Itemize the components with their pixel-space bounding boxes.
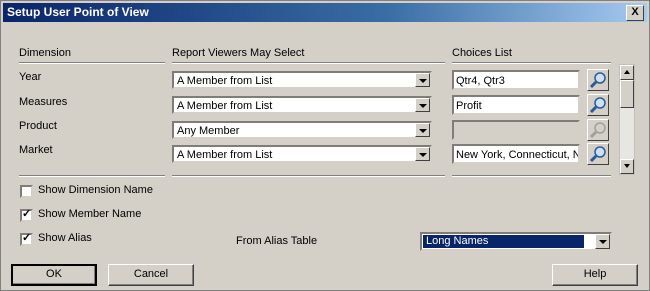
choices-value: Qtr4, Qtr3 xyxy=(456,75,505,87)
dimension-label-measures: Measures xyxy=(19,96,68,108)
alias-table-value: Long Names xyxy=(422,234,585,249)
chevron-down-icon[interactable] xyxy=(415,98,430,112)
selection-combo-market[interactable]: A Member from List xyxy=(172,145,432,163)
cancel-button[interactable]: Cancel xyxy=(108,264,194,286)
member-picker-button-product xyxy=(587,119,609,141)
checkmark-icon: ✓ xyxy=(22,208,32,220)
header-divider xyxy=(172,62,445,64)
alias-table-label: From Alias Table xyxy=(236,235,318,247)
selection-value: Any Member xyxy=(177,125,240,137)
header-report-viewers: Report Viewers May Select xyxy=(172,47,305,59)
rows-scrollbar[interactable] xyxy=(619,64,635,175)
choices-field-market[interactable]: New York, Connecticut, N xyxy=(452,144,580,164)
selection-value: A Member from List xyxy=(177,149,273,161)
show-alias-label[interactable]: Show Alias xyxy=(38,232,92,244)
chevron-down-icon[interactable] xyxy=(415,123,430,137)
alias-table-combo[interactable]: Long Names xyxy=(420,232,612,251)
show-dimension-name-checkbox[interactable] xyxy=(20,185,33,198)
choices-value: Profit xyxy=(456,100,482,112)
selection-combo-measures[interactable]: A Member from List xyxy=(172,96,432,114)
show-dimension-name-label[interactable]: Show Dimension Name xyxy=(38,184,153,196)
choices-field-product xyxy=(452,120,580,140)
show-alias-checkbox[interactable]: ✓ xyxy=(20,232,33,246)
chevron-down-icon[interactable] xyxy=(415,73,430,87)
dimension-label-market: Market xyxy=(19,144,53,156)
chevron-down-icon[interactable] xyxy=(595,234,610,249)
selection-combo-product[interactable]: Any Member xyxy=(172,121,432,139)
dropdown-arrow-glyph xyxy=(599,240,607,244)
close-button[interactable]: X xyxy=(626,5,644,21)
member-picker-button-market[interactable] xyxy=(587,143,609,165)
header-choices-list: Choices List xyxy=(452,47,512,59)
arrow-up-icon xyxy=(624,70,630,74)
title-bar[interactable]: Setup User Point of View X xyxy=(3,3,647,22)
header-divider xyxy=(19,62,165,64)
choices-field-measures[interactable]: Profit xyxy=(452,95,580,115)
member-search-icon xyxy=(589,146,606,163)
dimension-label-year: Year xyxy=(19,71,42,83)
header-divider xyxy=(452,62,611,64)
scroll-down-button[interactable] xyxy=(620,159,634,174)
choices-field-year[interactable]: Qtr4, Qtr3 xyxy=(452,70,580,90)
section-divider xyxy=(172,175,445,177)
section-divider xyxy=(452,175,611,177)
window-title: Setup User Point of View xyxy=(7,5,149,19)
help-button[interactable]: Help xyxy=(552,264,638,286)
scroll-thumb[interactable] xyxy=(620,80,634,108)
scroll-up-button[interactable] xyxy=(620,65,634,80)
member-search-icon xyxy=(589,97,606,114)
checkmark-icon: ✓ xyxy=(22,232,32,244)
selection-value: A Member from List xyxy=(177,75,273,87)
member-search-icon xyxy=(589,122,606,139)
header-dimension: Dimension xyxy=(19,47,71,59)
selection-combo-year[interactable]: A Member from List xyxy=(172,71,432,89)
show-member-name-label[interactable]: Show Member Name xyxy=(38,208,141,220)
section-divider xyxy=(19,175,165,177)
choices-value: New York, Connecticut, N xyxy=(456,149,580,161)
selection-value: A Member from List xyxy=(177,100,273,112)
setup-user-pov-dialog: Setup User Point of View X Dimension Rep… xyxy=(0,0,650,291)
member-picker-button-year[interactable] xyxy=(587,69,609,91)
chevron-down-icon[interactable] xyxy=(415,147,430,161)
dimension-label-product: Product xyxy=(19,120,57,132)
arrow-down-icon xyxy=(624,164,630,168)
ok-button[interactable]: OK xyxy=(11,264,97,286)
show-member-name-checkbox[interactable]: ✓ xyxy=(20,208,33,222)
member-picker-button-measures[interactable] xyxy=(587,94,609,116)
member-search-icon xyxy=(589,72,606,89)
